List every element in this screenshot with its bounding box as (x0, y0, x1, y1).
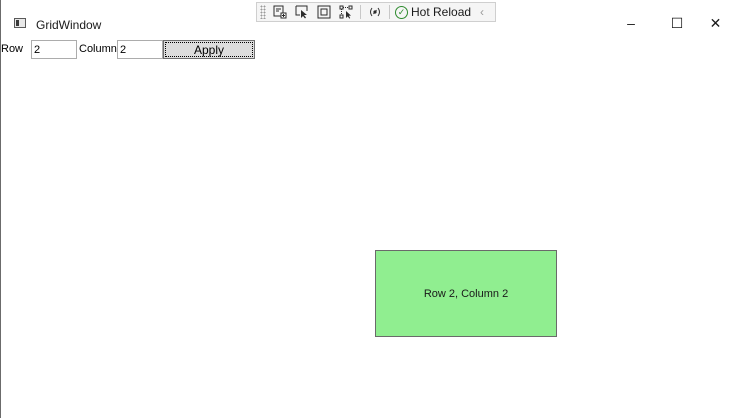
grid-cell: Row 2, Column 2 (375, 250, 557, 337)
row-input[interactable] (31, 40, 77, 59)
toolbar-grip-icon[interactable] (260, 5, 266, 19)
close-icon: ✕ (709, 14, 722, 31)
display-layout-adorners-icon[interactable] (316, 4, 332, 20)
check-circle-icon: ✓ (395, 5, 408, 19)
minimize-icon: – (627, 15, 635, 31)
column-label: Column (79, 43, 117, 55)
app-window-icon[interactable] (14, 18, 26, 28)
toolbar-separator (360, 5, 361, 19)
select-element-icon[interactable] (294, 4, 310, 20)
live-visual-tree-icon[interactable] (272, 4, 288, 20)
chevron-left-icon[interactable]: ‹ (480, 5, 484, 19)
track-focus-icon[interactable] (338, 4, 354, 20)
apply-button[interactable]: Apply (163, 40, 255, 59)
maximize-button[interactable]: ☐ (654, 8, 700, 38)
column-input[interactable] (117, 40, 163, 59)
grid-window: GridWindow ✓ Hot Reload ‹ – ☐ ✕ Row 2 Co… (0, 0, 730, 418)
maximize-icon: ☐ (670, 14, 684, 31)
grid-cell-label: Row 2, Column 2 (423, 287, 509, 300)
binding-failures-icon[interactable] (367, 4, 383, 20)
window-content: Row Column Apply Row 2, Column 2 (1, 38, 730, 418)
xaml-devtools-toolbar: ✓ Hot Reload ‹ (256, 2, 496, 22)
row-label: Row (1, 43, 24, 55)
window-title: GridWindow (36, 18, 102, 32)
hot-reload-status[interactable]: ✓ Hot Reload (395, 5, 471, 19)
toolbar-separator (389, 5, 390, 19)
hot-reload-label: Hot Reload (411, 5, 472, 19)
close-button[interactable]: ✕ (700, 8, 730, 38)
minimize-button[interactable]: – (608, 8, 654, 38)
